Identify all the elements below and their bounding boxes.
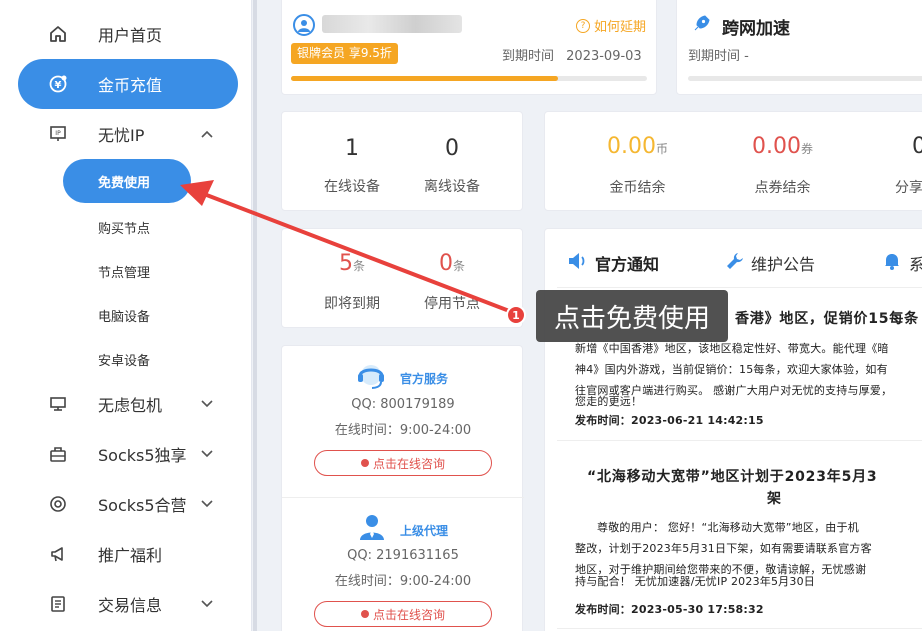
tooltip-box: 点击免费使用 [536,290,728,342]
tooltip-step-badge: 1 [506,305,526,325]
annotation-arrow [180,180,514,314]
tooltip-text: 点击免费使用 [553,303,710,334]
